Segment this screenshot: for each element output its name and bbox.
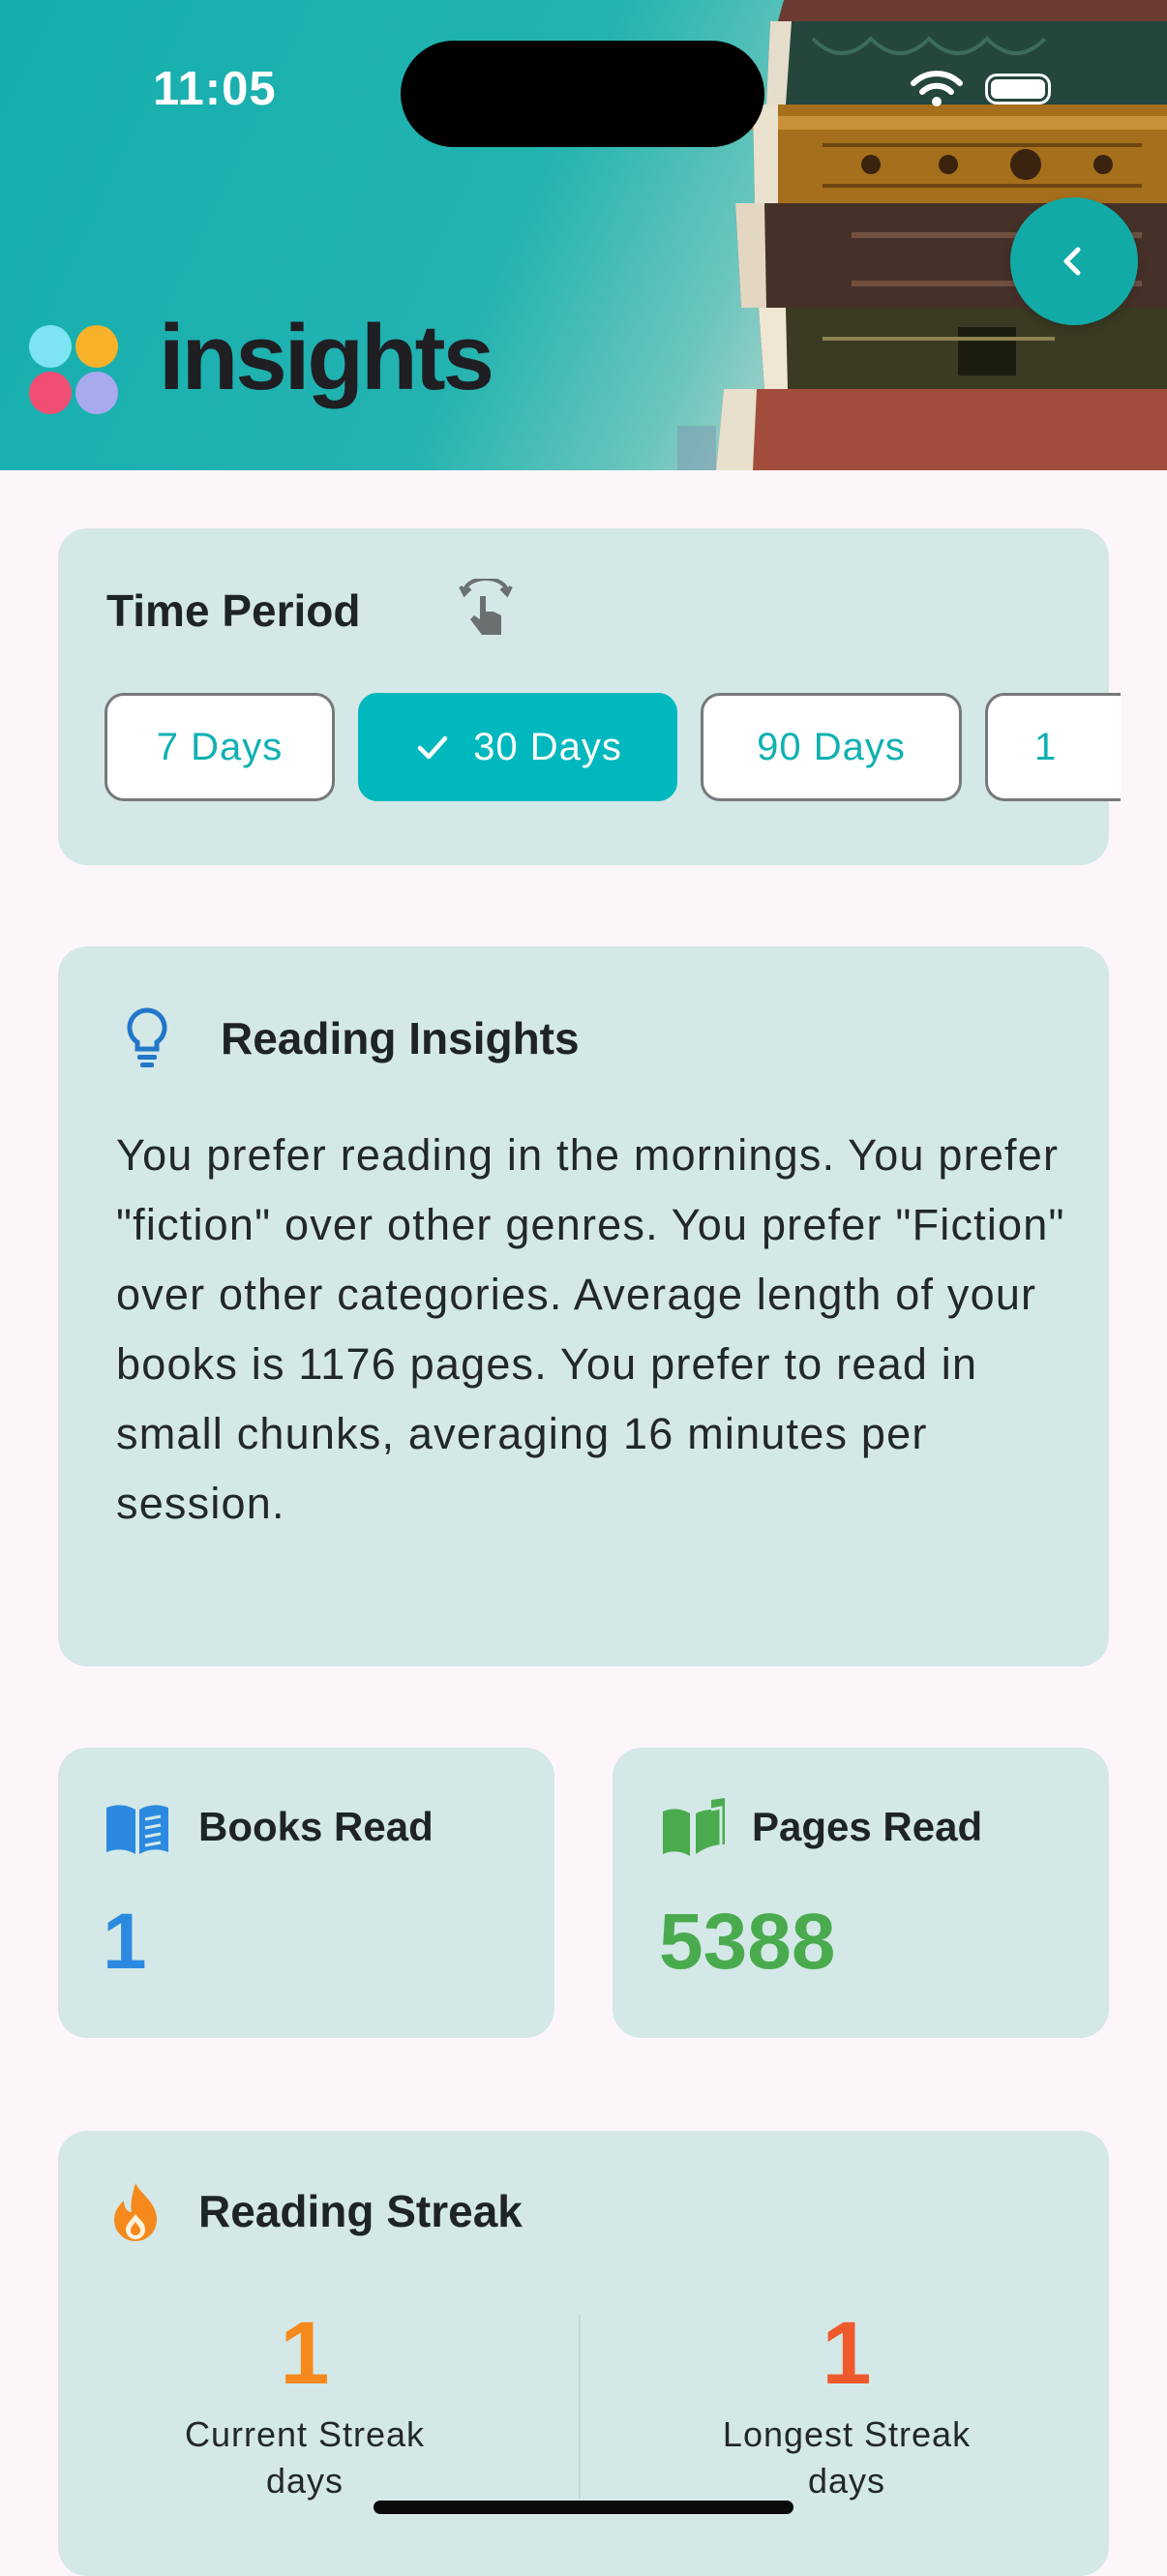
current-streak-unit: days xyxy=(265,2461,344,2501)
time-period-title: Time Period xyxy=(106,585,361,636)
time-period-card: Time Period 7 Days 30 Days 90 Days 1 xyxy=(58,528,1121,865)
flame-icon xyxy=(114,2183,157,2241)
back-button[interactable] xyxy=(1010,197,1138,325)
longest-streak-value: 1 xyxy=(822,2304,872,2403)
chip-90-days[interactable]: 90 Days xyxy=(701,693,962,801)
chip-30-days[interactable]: 30 Days xyxy=(358,693,677,801)
app-logo-icon xyxy=(29,325,118,414)
current-streak-value: 1 xyxy=(280,2304,330,2403)
pages-read-label: Pages Read xyxy=(752,1804,983,1849)
streak-divider xyxy=(579,2315,581,2499)
header-banner: 11:05 insights xyxy=(0,0,1167,470)
chip-7-days[interactable]: 7 Days xyxy=(105,693,335,801)
chip-30-days-label: 30 Days xyxy=(473,725,622,768)
reading-insights-card: Reading Insights You prefer reading in t… xyxy=(58,946,1109,1666)
reading-insights-title: Reading Insights xyxy=(221,1013,580,1063)
battery-icon xyxy=(985,74,1051,105)
dynamic-island xyxy=(401,41,764,147)
check-icon xyxy=(417,735,448,760)
reading-streak-title: Reading Streak xyxy=(198,2186,523,2236)
reading-insights-text: You prefer reading in the mornings. You … xyxy=(116,1130,1065,1528)
chevron-left-icon xyxy=(1063,247,1081,276)
books-read-label: Books Read xyxy=(198,1804,434,1849)
wifi-icon xyxy=(911,71,963,106)
status-icons xyxy=(910,70,1051,108)
lightbulb-icon xyxy=(127,1007,167,1067)
longest-streak-unit: days xyxy=(807,2461,886,2501)
app-title: insights xyxy=(159,306,494,409)
swipe-hint-icon xyxy=(459,579,513,635)
chip-more[interactable]: 1 xyxy=(985,693,1121,801)
current-streak-label: Current Streak xyxy=(184,2414,426,2454)
pages-read-card: Pages Read 5388 xyxy=(613,1748,1109,2038)
book-pages-icon xyxy=(663,1798,725,1856)
books-read-value: 1 xyxy=(103,1898,147,1986)
longest-streak-label: Longest Streak xyxy=(722,2414,972,2454)
books-read-card: Books Read 1 xyxy=(58,1748,554,2038)
pages-read-value: 5388 xyxy=(659,1898,836,1986)
home-indicator[interactable] xyxy=(374,2501,793,2514)
status-time: 11:05 xyxy=(153,63,277,115)
open-book-icon xyxy=(106,1805,168,1854)
time-period-chips: 7 Days 30 Days 90 Days 1 xyxy=(105,693,1121,805)
